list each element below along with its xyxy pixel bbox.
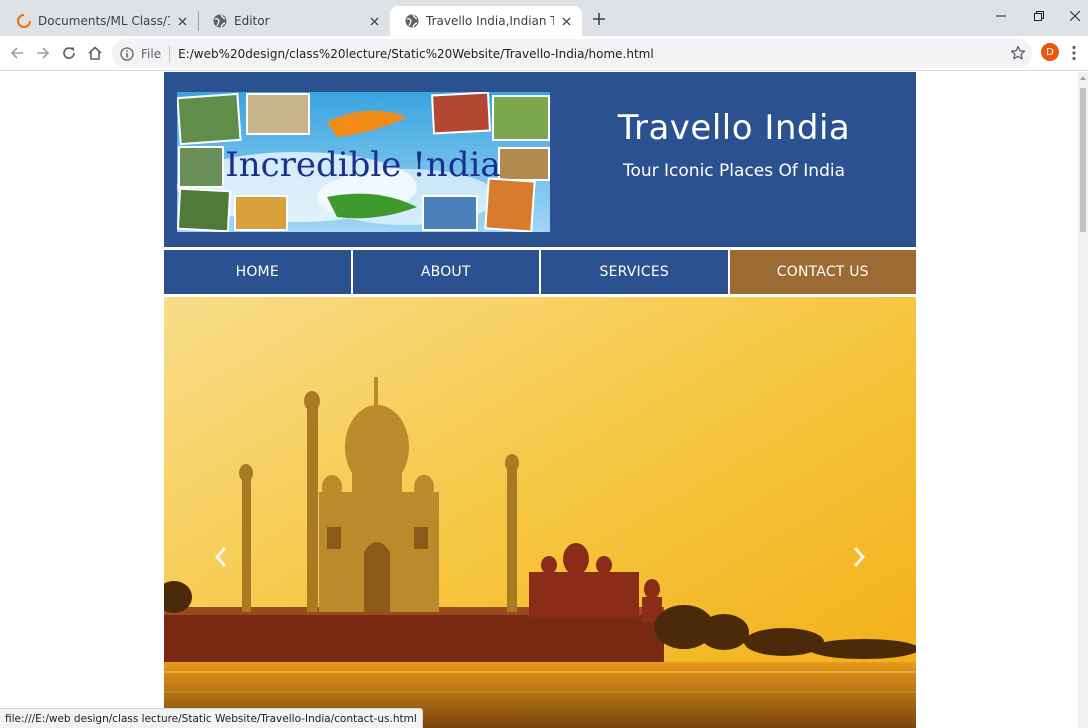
plus-icon[interactable] <box>588 8 610 30</box>
page-scrollbar[interactable] <box>1078 72 1088 728</box>
main-nav: HOME ABOUT SERVICES CONTACT US <box>164 250 916 294</box>
chevron-left-icon[interactable] <box>206 542 236 572</box>
scrollbar-thumb[interactable] <box>1080 88 1086 232</box>
tab-editor[interactable]: Editor <box>198 6 390 36</box>
hero-carousel <box>164 297 916 728</box>
omnibox-divider <box>169 45 171 62</box>
kebab-menu-icon[interactable] <box>1066 44 1082 62</box>
banner-text: Incredible !ndia <box>225 145 500 185</box>
arrow-left-icon[interactable] <box>5 41 29 65</box>
nav-item-home[interactable]: HOME <box>164 250 351 294</box>
close-icon[interactable] <box>1052 0 1088 32</box>
tab-title: Travello India,Indian Travel,Trip In <box>426 14 554 28</box>
browser-toolbar: File E:/web%20design/class%20lecture/Sta… <box>0 36 1088 71</box>
tab-close-icon[interactable] <box>366 13 382 29</box>
url-text[interactable]: E:/web%20design/class%20lecture/Static%2… <box>178 47 654 61</box>
globe-icon <box>212 13 228 29</box>
taj-mahal-sunset-image <box>164 297 916 728</box>
tab-ml-class[interactable]: Documents/ML Class/11 - Case_S <box>2 6 198 36</box>
globe-icon <box>404 13 420 29</box>
nav-item-about[interactable]: ABOUT <box>352 250 539 294</box>
scroll-up-icon[interactable] <box>1080 76 1086 80</box>
tab-title: Editor <box>234 14 270 28</box>
profile-avatar[interactable]: D <box>1041 43 1059 61</box>
nav-item-services[interactable]: SERVICES <box>541 250 728 294</box>
scheme-label: File <box>141 46 162 61</box>
arrow-right-icon[interactable] <box>31 41 55 65</box>
page-viewport: Incredible !ndia Travello India Tour Ico… <box>0 72 1078 728</box>
tab-close-icon[interactable] <box>558 13 574 29</box>
site-title: Travello India <box>617 108 851 148</box>
home-icon[interactable] <box>83 41 107 65</box>
tab-close-icon[interactable] <box>174 13 190 29</box>
address-bar[interactable]: File E:/web%20design/class%20lecture/Sta… <box>112 39 1032 68</box>
site-header: Incredible !ndia Travello India Tour Ico… <box>164 72 916 247</box>
tab-travello-india[interactable]: Travello India,Indian Travel,Trip In <box>390 6 582 36</box>
star-icon[interactable] <box>1010 45 1026 61</box>
loading-spinner-icon <box>16 13 32 29</box>
status-bubble: file:///E:/web design/class lecture/Stat… <box>0 708 423 728</box>
site-tagline: Tour Iconic Places Of India <box>622 161 846 181</box>
incredible-india-banner: Incredible !ndia <box>177 92 550 232</box>
nav-item-contact-us[interactable]: CONTACT US <box>729 250 916 294</box>
chevron-right-icon[interactable] <box>844 542 874 572</box>
info-icon[interactable] <box>120 46 134 61</box>
reload-icon[interactable] <box>57 41 81 65</box>
tab-strip: Documents/ML Class/11 - Case_S Editor Tr… <box>0 0 1088 36</box>
tab-title: Documents/ML Class/11 - Case_S <box>38 14 170 28</box>
